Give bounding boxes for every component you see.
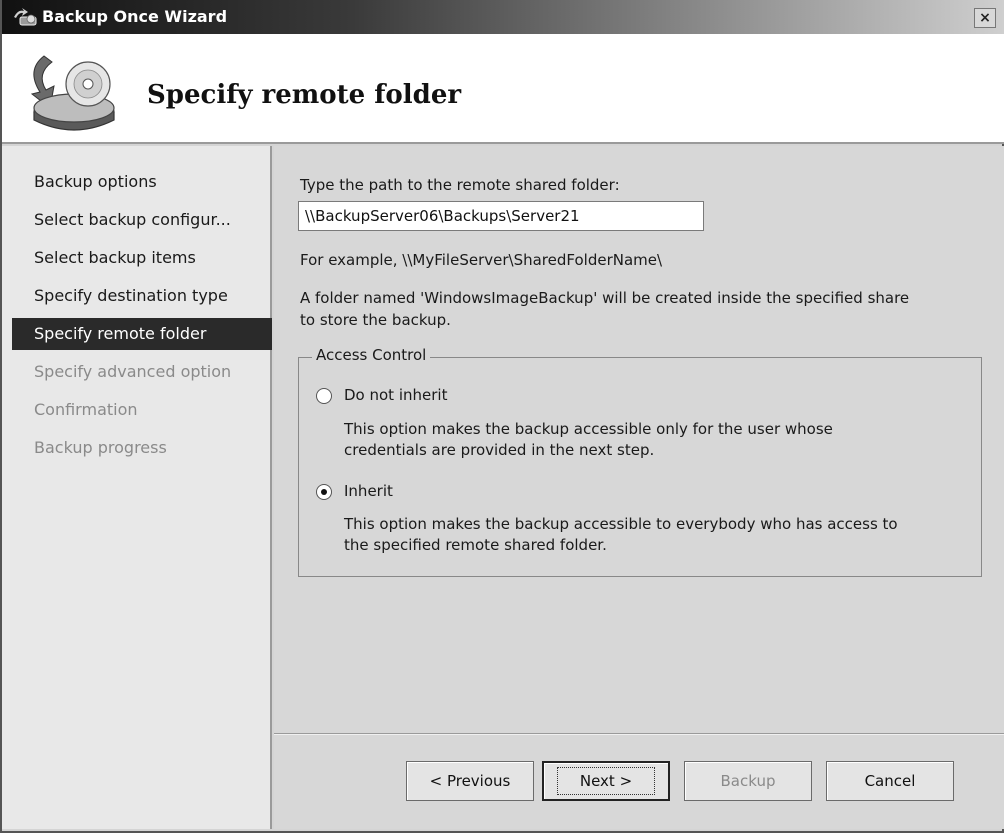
- footer-separator: [274, 733, 1004, 735]
- next-button[interactable]: Next >: [542, 761, 670, 801]
- cancel-button[interactable]: Cancel: [826, 761, 954, 801]
- inherit-description-line-1: This option makes the backup accessible …: [344, 515, 898, 533]
- title-bar: Backup Once Wizard ×: [2, 0, 1004, 34]
- next-button-label: Next >: [556, 767, 656, 795]
- sidebar-item-specify-destination-type[interactable]: Specify destination type: [12, 280, 272, 312]
- do-not-inherit-label[interactable]: Do not inherit: [344, 386, 447, 404]
- previous-button-label: < Previous: [429, 772, 511, 790]
- sidebar-item-specify-remote-folder[interactable]: Specify remote folder: [12, 318, 272, 350]
- window-title: Backup Once Wizard: [42, 7, 228, 26]
- page-title: Specify remote folder: [147, 80, 462, 110]
- close-button[interactable]: ×: [974, 8, 996, 28]
- backup-app-icon: [12, 7, 38, 27]
- access-control-legend: Access Control: [312, 346, 431, 364]
- backup-button: Backup: [684, 761, 812, 801]
- sidebar-item-select-backup-configuration[interactable]: Select backup configur...: [12, 204, 272, 236]
- inherit-description-line-2: the specified remote shared folder.: [344, 536, 607, 554]
- wizard-header: Specify remote folder: [2, 34, 1004, 144]
- do-not-inherit-description-line-1: This option makes the backup accessible …: [344, 420, 833, 438]
- backup-disk-icon: [22, 48, 122, 136]
- previous-button[interactable]: < Previous: [406, 761, 534, 801]
- remote-folder-path-input[interactable]: [298, 201, 704, 231]
- sidebar-item-backup-options[interactable]: Backup options: [12, 166, 272, 198]
- example-text: For example, \\MyFileServer\SharedFolder…: [300, 251, 663, 269]
- close-icon: ×: [979, 10, 991, 26]
- do-not-inherit-description-line-2: credentials are provided in the next ste…: [344, 441, 655, 459]
- sidebar-item-select-backup-items[interactable]: Select backup items: [12, 242, 272, 274]
- sidebar-item-backup-progress: Backup progress: [34, 438, 167, 457]
- info-text-line-2: to store the backup.: [300, 311, 451, 329]
- inherit-radio[interactable]: [316, 484, 332, 500]
- sidebar-item-confirmation: Confirmation: [34, 400, 138, 419]
- path-prompt-label: Type the path to the remote shared folde…: [300, 176, 620, 194]
- sidebar-item-specify-advanced-option: Specify advanced option: [34, 362, 232, 381]
- do-not-inherit-radio[interactable]: [316, 388, 332, 404]
- info-text-line-1: A folder named 'WindowsImageBackup' will…: [300, 289, 910, 307]
- backup-button-label: Backup: [720, 772, 776, 790]
- wizard-steps-sidebar: Backup options Select backup configur...…: [2, 146, 272, 829]
- cancel-button-label: Cancel: [864, 772, 916, 790]
- wizard-window: Backup Once Wizard × Specify remote fold…: [0, 0, 1004, 833]
- inherit-label[interactable]: Inherit: [344, 482, 393, 500]
- radio-selected-dot: [321, 489, 327, 495]
